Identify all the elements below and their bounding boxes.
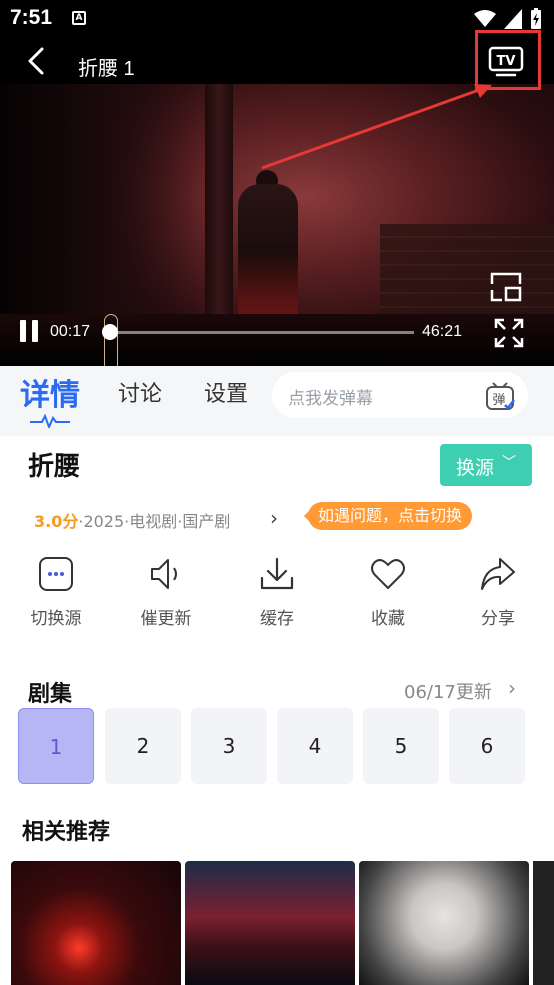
status-time: 7:51 xyxy=(10,6,53,29)
episodes-update-text[interactable]: 06/17更新 xyxy=(404,678,492,704)
action-label: 收藏 xyxy=(371,609,405,629)
tab-details[interactable]: 详情 xyxy=(20,370,80,414)
show-title: 折腰 xyxy=(28,452,81,482)
danmu-toggle-icon[interactable]: 弹 xyxy=(484,380,516,412)
signal-icon xyxy=(504,9,522,29)
chevron-right-icon[interactable]: › xyxy=(270,506,278,530)
player-controls: 00:17 46:21 xyxy=(0,310,554,356)
action-switch-source[interactable]: 切换源 xyxy=(16,556,96,636)
recommendation-poster[interactable] xyxy=(185,861,355,985)
share-icon xyxy=(481,558,515,590)
total-time: 46:21 xyxy=(422,323,463,340)
detail-content: 折腰 换源 ﹀ 3.0分·2025·电视剧·国产剧 › 如遇问题，点击切换 切换… xyxy=(0,436,554,985)
speaker-icon xyxy=(151,559,177,589)
pause-icon[interactable] xyxy=(20,320,38,342)
recommendation-list xyxy=(0,861,554,985)
chevron-down-icon: ﹀ xyxy=(502,455,516,471)
recommendation-poster-partial[interactable] xyxy=(533,861,554,985)
action-label: 分享 xyxy=(481,609,515,629)
fullscreen-icon[interactable] xyxy=(494,318,524,348)
action-label: 缓存 xyxy=(260,609,294,629)
detail-tabs: 详情 讨论 设置 点我发弹幕 弹 xyxy=(0,366,554,436)
tv-button-highlight-box xyxy=(475,30,541,90)
heart-icon xyxy=(371,559,405,589)
player-title-bar: 折腰 1 TV xyxy=(0,38,554,84)
more-dots-icon xyxy=(39,557,73,591)
episode-button[interactable]: 4 xyxy=(277,708,353,784)
episodes-title: 剧集 xyxy=(28,682,73,707)
status-icons xyxy=(474,8,542,30)
active-tab-indicator-icon xyxy=(30,414,70,428)
episode-button[interactable]: 3 xyxy=(191,708,267,784)
danmu-icon-label: 弹 xyxy=(492,393,505,408)
back-arrow-icon[interactable] xyxy=(22,46,52,76)
wifi-icon xyxy=(474,10,496,27)
status-bar: 7:51 A xyxy=(0,0,554,38)
episode-button[interactable]: 2 xyxy=(105,708,181,784)
episode-button[interactable]: 5 xyxy=(363,708,439,784)
chevron-right-icon[interactable]: › xyxy=(508,676,516,700)
download-icon xyxy=(260,557,294,590)
action-share[interactable]: 分享 xyxy=(458,556,538,636)
notification-a-icon: A xyxy=(72,11,86,25)
episode-list: 1 2 3 4 5 6 xyxy=(18,708,538,784)
episode-button[interactable]: 6 xyxy=(449,708,525,784)
video-scene-pillar xyxy=(205,84,233,314)
battery-icon xyxy=(531,8,541,29)
action-download[interactable]: 缓存 xyxy=(237,556,317,636)
recommendations-title: 相关推荐 xyxy=(22,820,111,845)
tab-settings[interactable]: 设置 xyxy=(204,376,248,408)
action-label: 切换源 xyxy=(30,609,82,629)
video-title: 折腰 1 xyxy=(78,58,135,80)
show-score: 3.0分 xyxy=(34,512,79,531)
picture-in-picture-icon[interactable] xyxy=(488,270,524,304)
danmu-placeholder: 点我发弹幕 xyxy=(288,389,373,409)
action-favorite[interactable]: 收藏 xyxy=(348,556,428,636)
tab-discussion[interactable]: 讨论 xyxy=(118,376,162,408)
seek-bar[interactable] xyxy=(110,331,414,334)
switch-source-label: 换源 xyxy=(456,457,495,479)
action-request-update[interactable]: 催更新 xyxy=(126,556,206,636)
switch-source-button[interactable]: 换源 ﹀ xyxy=(440,444,532,486)
seek-knob[interactable] xyxy=(102,324,118,340)
recommendation-poster[interactable] xyxy=(11,861,181,985)
action-label: 催更新 xyxy=(140,609,192,629)
show-meta[interactable]: 3.0分·2025·电视剧·国产剧 xyxy=(34,508,230,532)
episode-button[interactable]: 1 xyxy=(18,708,94,784)
switch-tip-bubble[interactable]: 如遇问题，点击切换 xyxy=(308,502,473,530)
current-time: 00:17 xyxy=(50,323,91,340)
recommendation-poster[interactable] xyxy=(359,861,529,985)
danmu-input[interactable]: 点我发弹幕 弹 xyxy=(272,372,528,418)
action-bar: 切换源 催更新 缓存 收藏 分享 xyxy=(0,556,554,636)
show-meta-text: ·2025·电视剧·国产剧 xyxy=(78,512,231,531)
